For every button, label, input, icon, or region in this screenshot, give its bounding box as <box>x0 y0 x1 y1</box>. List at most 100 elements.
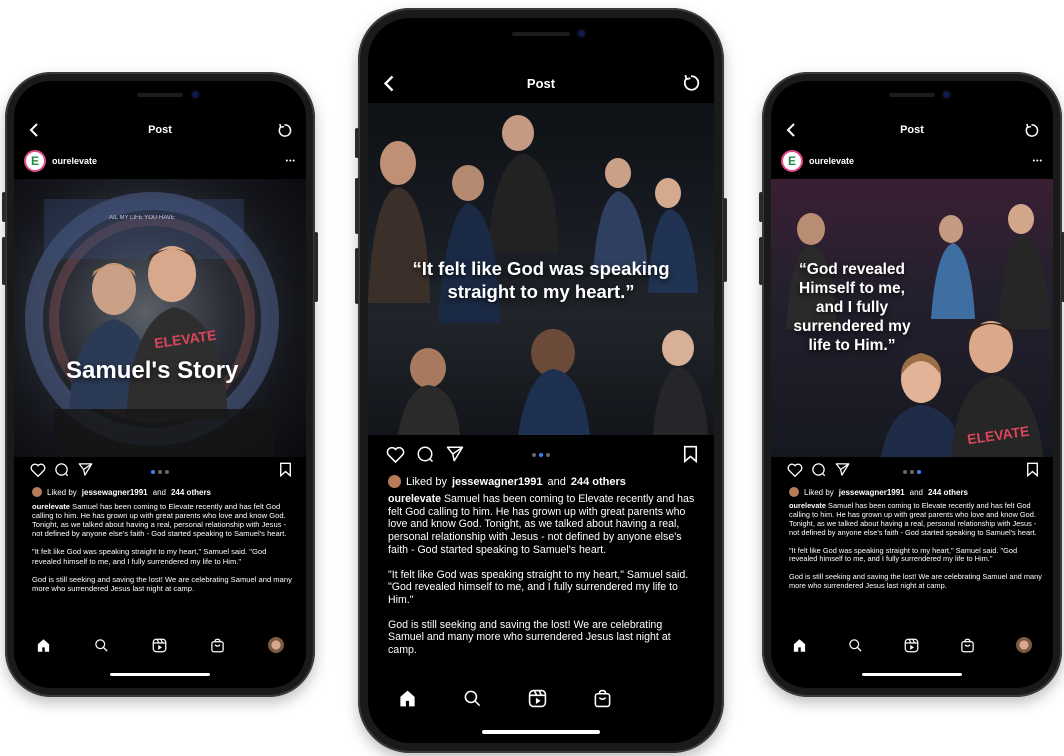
search-icon[interactable] <box>94 638 109 653</box>
caption: ourelevate Samuel has been coming to Ele… <box>789 502 1043 633</box>
liked-prefix: Liked by <box>804 487 834 497</box>
caption-paragraph-2: "It felt like God was speaking straight … <box>32 547 267 566</box>
liker-avatar <box>32 487 42 497</box>
liked-and: and <box>547 475 566 488</box>
liker-avatar <box>388 475 401 488</box>
home-indicator <box>110 673 210 676</box>
caption-paragraph-3: God is still seeking and saving the lost… <box>388 618 671 657</box>
avatar[interactable]: E <box>781 150 803 172</box>
liked-user[interactable]: jessewagner1991 <box>839 488 905 497</box>
post-image[interactable]: ELEVATE “God revealed Himself to me, and… <box>771 179 1053 457</box>
home-icon[interactable] <box>792 638 807 653</box>
caption-paragraph-1: Samuel has been coming to Elevate recent… <box>789 502 1037 537</box>
profile-avatar[interactable] <box>1016 637 1033 653</box>
more-options-icon[interactable]: ••• <box>1033 158 1043 165</box>
share-icon[interactable] <box>835 462 850 477</box>
caption-paragraph-3: God is still seeking and saving the lost… <box>789 572 1042 591</box>
reels-icon[interactable] <box>528 689 547 708</box>
liked-and: and <box>152 487 166 497</box>
post-username[interactable]: ourelevate <box>52 156 97 166</box>
shop-icon[interactable] <box>593 689 612 708</box>
shop-icon[interactable] <box>210 638 225 653</box>
caption-username[interactable]: ourelevate <box>388 493 441 505</box>
screen-center: Post “It felt like God was speaking stra… <box>368 18 714 743</box>
caption-paragraph-2: "It felt like God was speaking straight … <box>789 545 1018 564</box>
bookmark-icon[interactable] <box>1026 462 1039 477</box>
screen-left: Post E ourelevate ••• AIL MY LIFE YOU HA… <box>14 81 306 688</box>
liked-prefix: Liked by <box>406 475 447 488</box>
page-title: Post <box>526 75 556 91</box>
shop-icon[interactable] <box>960 638 975 653</box>
liked-others[interactable]: 244 others <box>571 476 626 488</box>
more-options-icon[interactable]: ••• <box>286 158 296 165</box>
bottom-nav <box>771 632 1053 658</box>
share-icon[interactable] <box>446 445 464 463</box>
slide-sign-text: AIL MY LIFE YOU HAVE <box>109 215 175 221</box>
action-bar <box>368 443 714 469</box>
refresh-icon[interactable] <box>682 74 700 92</box>
share-icon[interactable] <box>78 462 93 477</box>
liked-others[interactable]: 244 others <box>928 488 968 497</box>
screen-right: Post E ourelevate ••• ELEVATE “God revea… <box>771 81 1053 688</box>
post-image[interactable]: AIL MY LIFE YOU HAVE ELEVATE Samuel's St… <box>14 179 306 457</box>
post-header: E ourelevate ••• <box>14 149 306 173</box>
caption-paragraph-2: "It felt like God was speaking straight … <box>388 568 689 606</box>
caption: ourelevate Samuel has been coming to Ele… <box>388 493 700 669</box>
liked-and: and <box>909 487 923 497</box>
heart-icon[interactable] <box>787 463 803 477</box>
reels-icon[interactable] <box>904 638 919 653</box>
page-title: Post <box>900 124 924 136</box>
carousel-dots <box>532 453 550 457</box>
action-bar <box>14 461 306 483</box>
post-image[interactable]: “It felt like God was speaking straight … <box>368 103 714 435</box>
liked-user[interactable]: jessewagner1991 <box>82 488 148 497</box>
home-icon[interactable] <box>36 638 51 653</box>
likes-line: Liked by jessewagner1991 and 244 others <box>789 487 968 497</box>
back-icon[interactable] <box>785 123 797 137</box>
back-icon[interactable] <box>28 123 40 137</box>
comment-icon[interactable] <box>416 445 434 463</box>
slide-title: Samuel's Story <box>66 357 239 384</box>
caption-paragraph-3: God is still seeking and saving the lost… <box>32 574 292 593</box>
caption-paragraph-1: Samuel has been coming to Elevate recent… <box>32 502 287 539</box>
post-header: E ourelevate ••• <box>771 149 1053 173</box>
refresh-icon[interactable] <box>277 123 292 138</box>
reels-icon[interactable] <box>152 638 167 653</box>
bookmark-icon[interactable] <box>279 462 292 477</box>
comment-icon[interactable] <box>54 462 69 477</box>
bottom-nav <box>14 632 306 658</box>
liked-prefix: Liked by <box>47 487 77 497</box>
liked-others[interactable]: 244 others <box>171 488 211 497</box>
liked-user[interactable]: jessewagner1991 <box>452 476 543 488</box>
carousel-dots <box>151 470 169 474</box>
action-bar <box>771 461 1053 483</box>
slide-quote: “It felt like God was speaking straight … <box>412 258 670 302</box>
back-icon[interactable] <box>382 75 396 92</box>
home-icon[interactable] <box>398 689 417 708</box>
home-indicator <box>862 673 962 676</box>
avatar[interactable]: E <box>24 150 46 172</box>
home-indicator <box>482 730 600 734</box>
comment-icon[interactable] <box>811 462 826 477</box>
caption-username[interactable]: ourelevate <box>789 502 826 510</box>
liker-avatar <box>789 487 799 497</box>
likes-line: Liked by jessewagner1991 and 244 others <box>388 475 626 488</box>
bottom-nav <box>368 682 714 714</box>
search-icon[interactable] <box>848 638 863 653</box>
carousel-dots <box>903 470 921 474</box>
heart-icon[interactable] <box>30 463 46 477</box>
bookmark-icon[interactable] <box>683 445 698 463</box>
likes-line: Liked by jessewagner1991 and 244 others <box>32 487 211 497</box>
phone-left: Post E ourelevate ••• AIL MY LIFE YOU HA… <box>2 72 318 697</box>
profile-avatar[interactable] <box>268 637 285 653</box>
phone-right: Post E ourelevate ••• ELEVATE “God revea… <box>759 72 1064 697</box>
phone-center: Post “It felt like God was speaking stra… <box>355 8 727 753</box>
caption-username[interactable]: ourelevate <box>32 502 70 511</box>
post-username[interactable]: ourelevate <box>809 156 854 166</box>
slide-quote: “God revealed Himself to me, and I fully… <box>793 261 911 354</box>
heart-icon[interactable] <box>386 446 405 463</box>
page-title: Post <box>148 124 172 136</box>
caption: ourelevate Samuel has been coming to Ele… <box>32 502 294 633</box>
refresh-icon[interactable] <box>1024 123 1039 138</box>
search-icon[interactable] <box>463 689 482 708</box>
